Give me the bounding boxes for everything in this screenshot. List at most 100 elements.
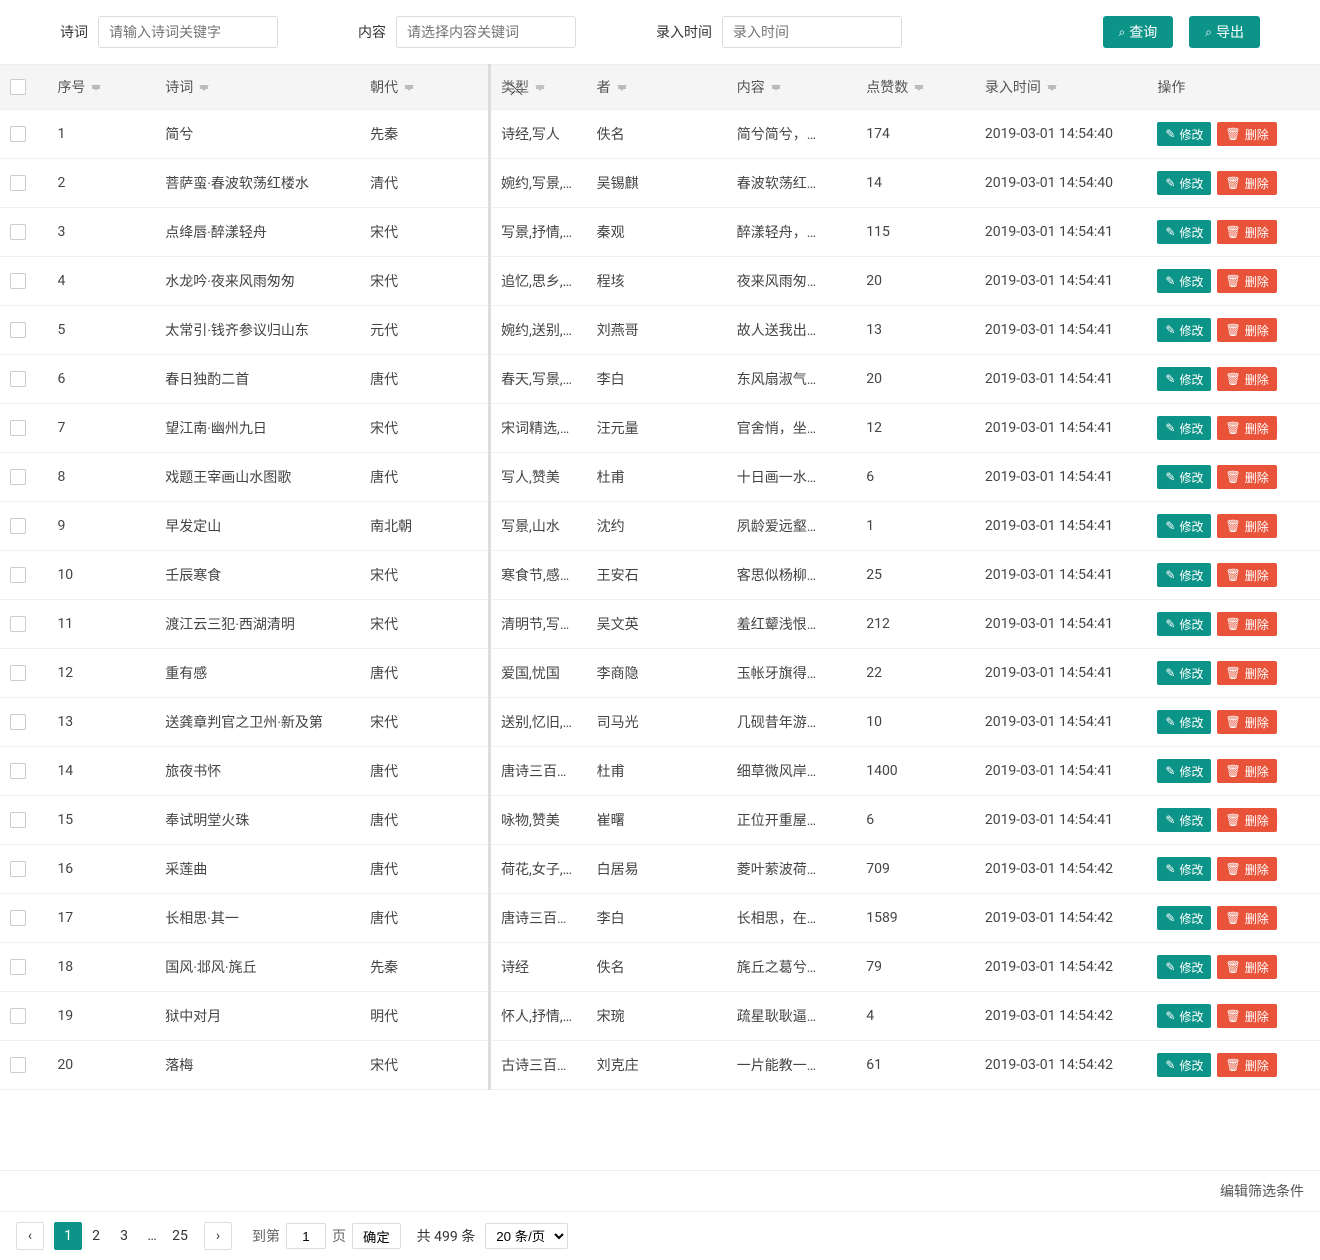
row-checkbox-cell[interactable] xyxy=(0,257,47,306)
row-checkbox-cell[interactable] xyxy=(0,600,47,649)
row-checkbox[interactable] xyxy=(10,861,26,877)
edit-button[interactable]: ✎修改 xyxy=(1157,269,1211,293)
filter-icon[interactable] xyxy=(617,85,627,91)
delete-button[interactable]: 🗑删除 xyxy=(1217,955,1276,979)
row-checkbox-cell[interactable] xyxy=(0,796,47,845)
row-checkbox[interactable] xyxy=(10,812,26,828)
delete-button[interactable]: 🗑删除 xyxy=(1217,857,1276,881)
delete-button[interactable]: 🗑删除 xyxy=(1217,808,1276,832)
delete-button[interactable]: 🗑删除 xyxy=(1217,367,1276,391)
edit-button[interactable]: ✎修改 xyxy=(1157,367,1211,391)
row-checkbox[interactable] xyxy=(10,714,26,730)
delete-button[interactable]: 🗑删除 xyxy=(1217,514,1276,538)
edit-button[interactable]: ✎修改 xyxy=(1157,612,1211,636)
delete-button[interactable]: 🗑删除 xyxy=(1217,171,1276,195)
delete-button[interactable]: 🗑删除 xyxy=(1217,465,1276,489)
filter-icon[interactable] xyxy=(535,85,545,91)
row-checkbox[interactable] xyxy=(10,469,26,485)
row-checkbox-cell[interactable] xyxy=(0,845,47,894)
goto-confirm-button[interactable]: 确定 xyxy=(352,1223,401,1249)
row-checkbox[interactable] xyxy=(10,763,26,779)
row-checkbox-cell[interactable] xyxy=(0,404,47,453)
poem-input[interactable] xyxy=(98,16,278,48)
col-dynasty-header[interactable]: 朝代 xyxy=(360,65,489,110)
row-checkbox-cell[interactable] xyxy=(0,453,47,502)
delete-button[interactable]: 🗑删除 xyxy=(1217,318,1276,342)
row-checkbox-cell[interactable] xyxy=(0,502,47,551)
edit-button[interactable]: ✎修改 xyxy=(1157,318,1211,342)
delete-button[interactable]: 🗑删除 xyxy=(1217,269,1276,293)
edit-button[interactable]: ✎修改 xyxy=(1157,220,1211,244)
page-number[interactable]: 3 xyxy=(110,1222,138,1250)
row-checkbox[interactable] xyxy=(10,175,26,191)
next-page-button[interactable]: › xyxy=(204,1222,232,1250)
delete-button[interactable]: 🗑删除 xyxy=(1217,612,1276,636)
row-checkbox-cell[interactable] xyxy=(0,551,47,600)
row-checkbox-cell[interactable] xyxy=(0,110,47,159)
delete-button[interactable]: 🗑删除 xyxy=(1217,1053,1276,1077)
delete-button[interactable]: 🗑删除 xyxy=(1217,416,1276,440)
row-checkbox-cell[interactable] xyxy=(0,894,47,943)
row-checkbox[interactable] xyxy=(10,1057,26,1073)
row-checkbox-cell[interactable] xyxy=(0,747,47,796)
row-checkbox-cell[interactable] xyxy=(0,943,47,992)
edit-button[interactable]: ✎修改 xyxy=(1157,1004,1211,1028)
delete-button[interactable]: 🗑删除 xyxy=(1217,122,1276,146)
query-button[interactable]: ⌕ 查询 xyxy=(1103,16,1174,48)
filter-icon[interactable] xyxy=(771,85,781,91)
row-checkbox[interactable] xyxy=(10,322,26,338)
filter-icon[interactable] xyxy=(1047,85,1057,91)
row-checkbox[interactable] xyxy=(10,1008,26,1024)
edit-button[interactable]: ✎修改 xyxy=(1157,808,1211,832)
col-seq-header[interactable]: 序号 xyxy=(47,65,155,110)
row-checkbox[interactable] xyxy=(10,959,26,975)
col-likes-header[interactable]: 点赞数 xyxy=(856,65,975,110)
row-checkbox-cell[interactable] xyxy=(0,355,47,404)
row-checkbox[interactable] xyxy=(10,420,26,436)
per-page-select[interactable]: 20 条/页 xyxy=(485,1223,568,1249)
edit-button[interactable]: ✎修改 xyxy=(1157,661,1211,685)
filter-icon[interactable] xyxy=(914,85,924,91)
row-checkbox-cell[interactable] xyxy=(0,159,47,208)
row-checkbox[interactable] xyxy=(10,273,26,289)
row-checkbox[interactable] xyxy=(10,126,26,142)
page-number[interactable]: 25 xyxy=(166,1222,194,1250)
edit-button[interactable]: ✎修改 xyxy=(1157,171,1211,195)
filter-icon[interactable] xyxy=(91,85,101,91)
delete-button[interactable]: 🗑删除 xyxy=(1217,710,1276,734)
page-number[interactable]: 2 xyxy=(82,1222,110,1250)
col-author-header[interactable]: 者 xyxy=(587,65,727,110)
col-checkbox-header[interactable] xyxy=(0,65,47,110)
edit-button[interactable]: ✎修改 xyxy=(1157,710,1211,734)
row-checkbox[interactable] xyxy=(10,224,26,240)
delete-button[interactable]: 🗑删除 xyxy=(1217,906,1276,930)
edit-button[interactable]: ✎修改 xyxy=(1157,514,1211,538)
delete-button[interactable]: 🗑删除 xyxy=(1217,661,1276,685)
row-checkbox[interactable] xyxy=(10,665,26,681)
row-checkbox-cell[interactable] xyxy=(0,992,47,1041)
select-all-checkbox[interactable] xyxy=(10,79,26,95)
row-checkbox[interactable] xyxy=(10,371,26,387)
goto-page-input[interactable] xyxy=(286,1223,326,1249)
row-checkbox[interactable] xyxy=(10,910,26,926)
filter-icon[interactable] xyxy=(404,85,414,91)
edit-button[interactable]: ✎修改 xyxy=(1157,465,1211,489)
row-checkbox-cell[interactable] xyxy=(0,1041,47,1090)
edit-button[interactable]: ✎修改 xyxy=(1157,1053,1211,1077)
edit-button[interactable]: ✎修改 xyxy=(1157,563,1211,587)
filter-icon[interactable] xyxy=(199,85,209,91)
delete-button[interactable]: 🗑删除 xyxy=(1217,220,1276,244)
edit-button[interactable]: ✎修改 xyxy=(1157,416,1211,440)
delete-button[interactable]: 🗑删除 xyxy=(1217,563,1276,587)
row-checkbox-cell[interactable] xyxy=(0,698,47,747)
date-input[interactable] xyxy=(722,16,902,48)
row-checkbox-cell[interactable] xyxy=(0,208,47,257)
edit-button[interactable]: ✎修改 xyxy=(1157,759,1211,783)
edit-button[interactable]: ✎修改 xyxy=(1157,857,1211,881)
page-number[interactable]: 1 xyxy=(54,1222,82,1250)
prev-page-button[interactable]: ‹ xyxy=(16,1222,44,1250)
row-checkbox[interactable] xyxy=(10,518,26,534)
col-content-header[interactable]: 内容 xyxy=(727,65,856,110)
row-checkbox[interactable] xyxy=(10,616,26,632)
col-type-header[interactable]: 类型 xyxy=(490,65,587,110)
